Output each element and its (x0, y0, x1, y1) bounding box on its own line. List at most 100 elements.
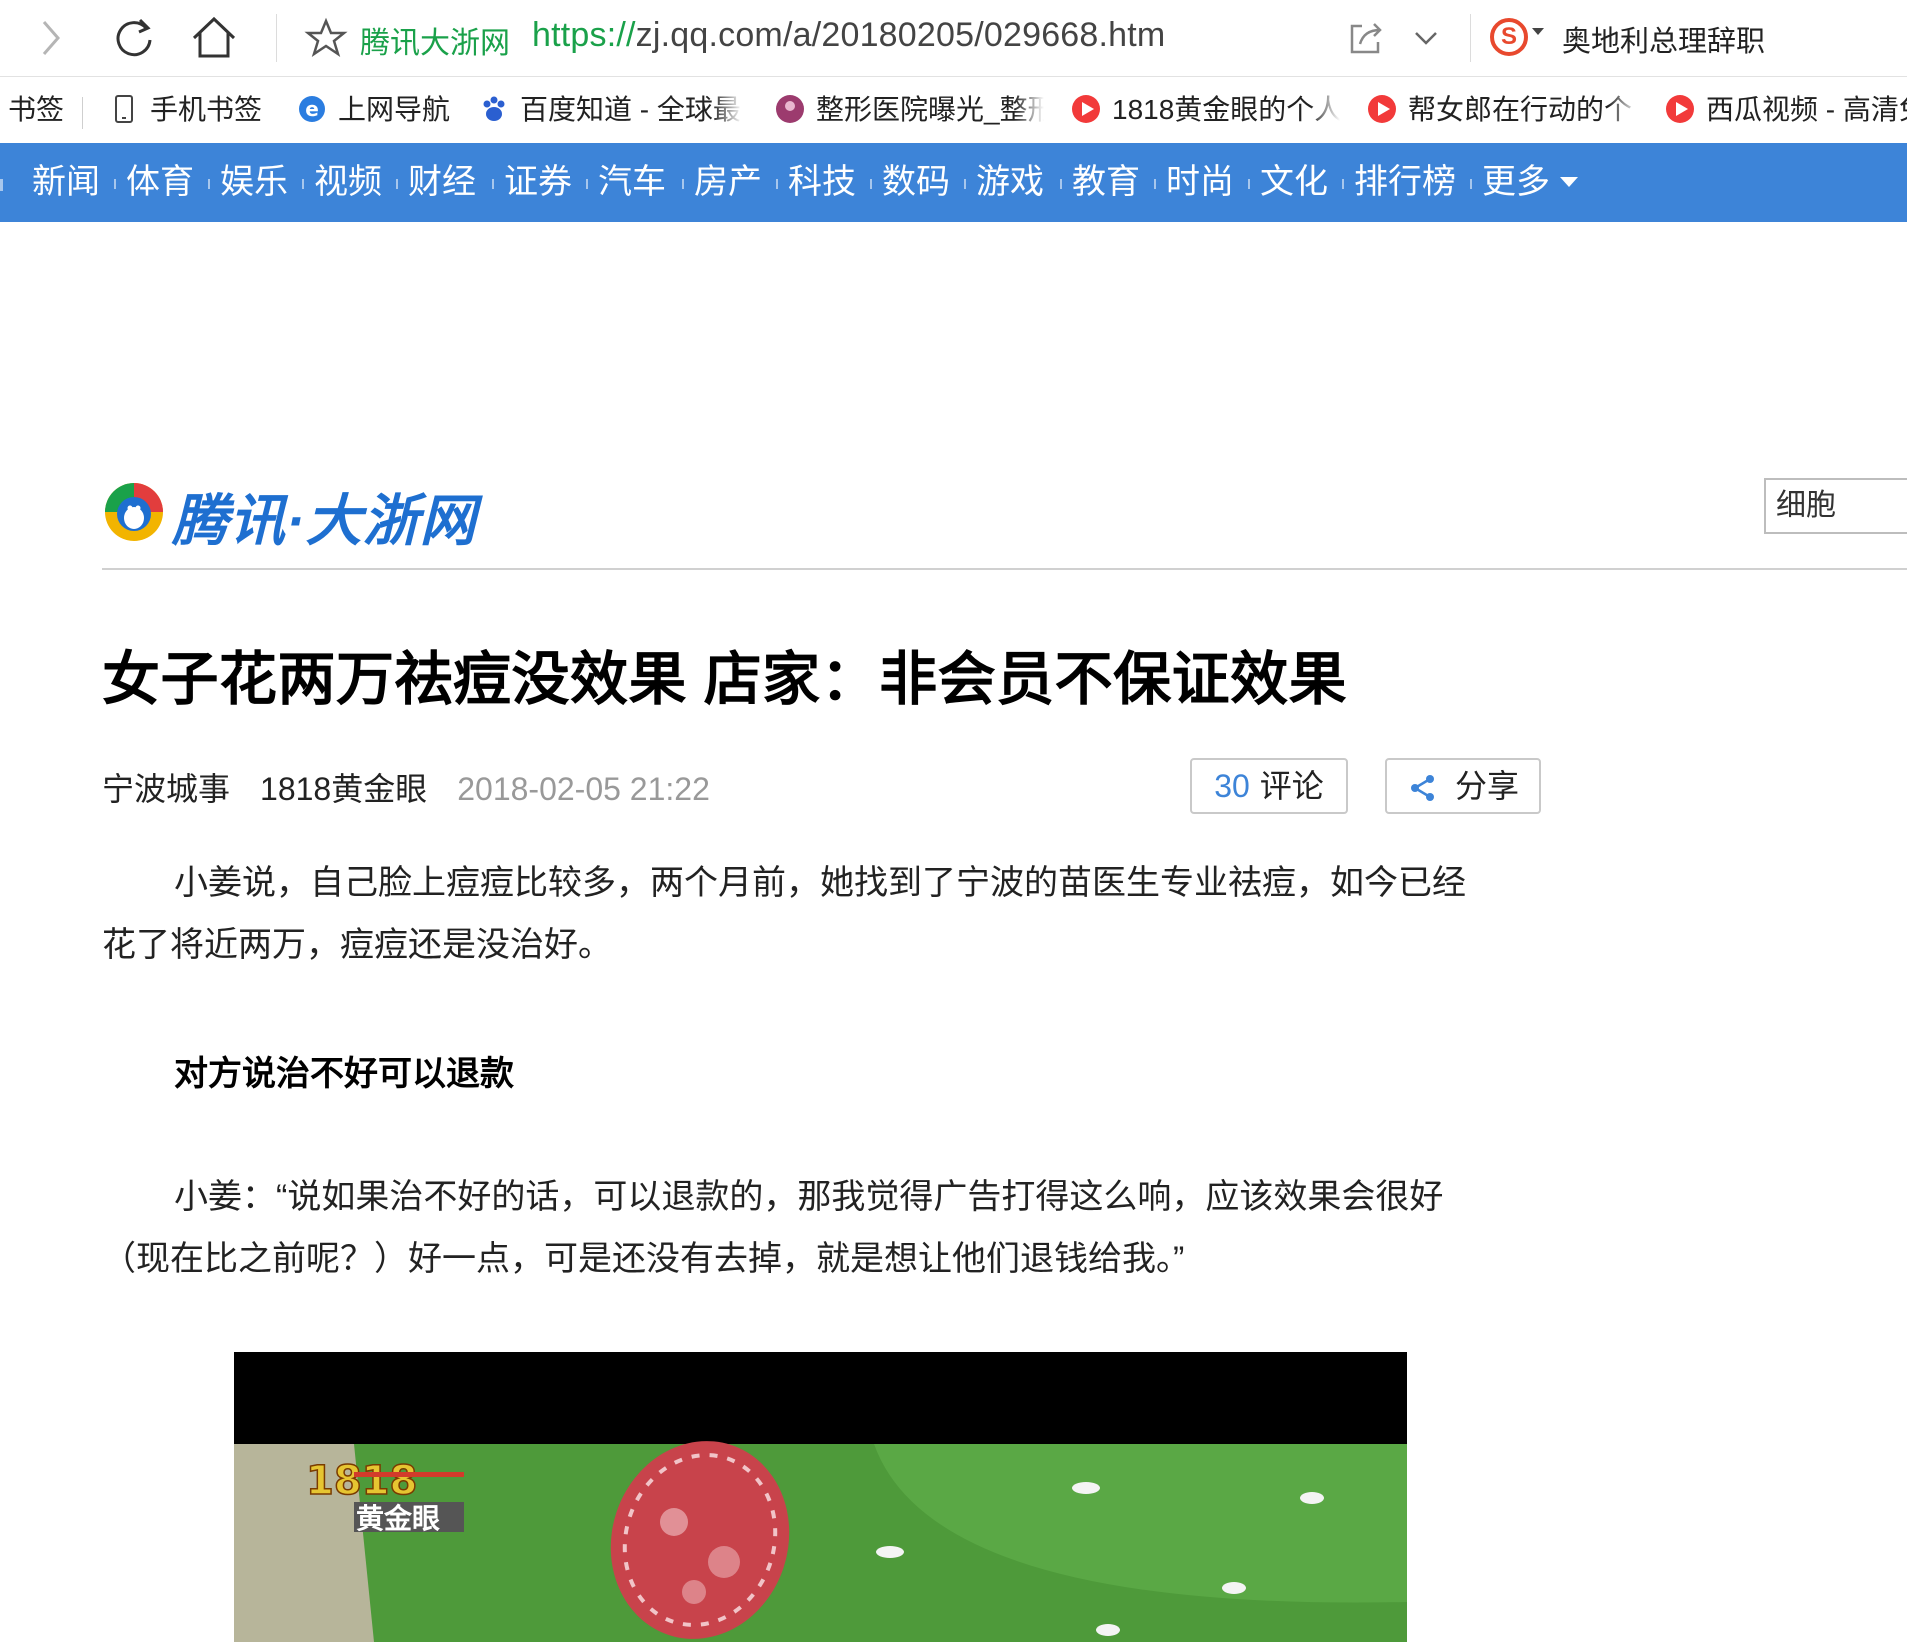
site-logo-text: 腾讯·大浙网 (172, 489, 477, 552)
paragraph-line: （现在比之前呢？）好一点，可是还没有去掉，就是想让他们退钱给我。” (102, 1240, 1185, 1278)
nav-separator (1470, 179, 1472, 189)
nav-item-digital[interactable]: 数码 (882, 143, 950, 222)
url-scheme: https:// (532, 16, 636, 54)
article-video[interactable]: 1818 黄金眼 (234, 1352, 1407, 1642)
bookmark-separator (82, 97, 83, 129)
chevron-right-icon (42, 21, 60, 55)
baidu-paw-icon (478, 93, 510, 125)
article-date: 2018-02-05 21:22 (457, 771, 710, 807)
toolbar-separator (276, 14, 277, 62)
address-site-label[interactable]: 腾讯大浙网 (360, 18, 510, 62)
bookmark-1818[interactable]: 1818黄金眼的个人 (1070, 89, 1340, 131)
nav-separator (776, 179, 778, 189)
reload-icon (116, 18, 152, 57)
video-watermark-text: 黄金眼 (356, 1502, 440, 1535)
nav-separator (1060, 179, 1062, 189)
svg-text:e: e (305, 97, 319, 121)
nav-item-news[interactable]: 新闻 (32, 143, 100, 222)
browser-toolbar: 腾讯大浙网 https://zj.qq.com/a/20180205/02966… (0, 0, 1907, 77)
bookmarks-bar: 书签 手机书签 e 上网导航 百度知道 - 全球最 整形医院曝光_整形 1818… (0, 77, 1907, 144)
play-icon (1070, 93, 1102, 125)
comment-label: 评论 (1259, 768, 1324, 804)
comment-button[interactable]: 30 评论 (1190, 758, 1348, 814)
hot-search-text[interactable]: 奥地利总理辞职 (1562, 18, 1765, 60)
nav-separator (964, 179, 966, 189)
video-frame-image: 1818 黄金眼 (234, 1352, 1407, 1642)
nav-item-edu[interactable]: 教育 (1072, 143, 1140, 222)
bookmark-xigua[interactable]: 西瓜视频 - 高清免 (1664, 89, 1907, 131)
nav-item-culture[interactable]: 文化 (1260, 143, 1328, 222)
nav-item-games[interactable]: 游戏 (976, 143, 1044, 222)
bookmark-label: 百度知道 - 全球最 (520, 94, 741, 125)
paragraph-line: 花了将近两万，痘痘还是没治好。 (102, 926, 612, 964)
nav-item-finance[interactable]: 财经 (408, 143, 476, 222)
paragraph-line: 小姜说，自己脸上痘痘比较多，两个月前，她找到了宁波的苗医生专业祛痘，如今已经 (174, 864, 1466, 902)
bookmark-root[interactable]: 书签 (8, 89, 78, 131)
comment-count: 30 (1214, 768, 1250, 804)
bookmark-label: 手机书签 (150, 94, 263, 125)
share-icon (1411, 775, 1434, 801)
share-button[interactable]: 分享 (1385, 758, 1541, 814)
nav-item-house[interactable]: 房产 (694, 143, 762, 222)
bookmark-baidu-zhidao[interactable]: 百度知道 - 全球最 (478, 89, 742, 131)
nav-separator (208, 179, 210, 189)
bookmark-mobile[interactable]: 手机书签 (108, 89, 278, 131)
nav-item-ranking[interactable]: 排行榜 (1354, 143, 1456, 222)
tencent-penguin-logo-icon (105, 483, 163, 541)
nav-item-fashion[interactable]: 时尚 (1166, 143, 1234, 222)
forward-button[interactable] (22, 10, 78, 66)
star-icon (304, 17, 348, 57)
url-path: zj.qq.com/a/20180205/029668.htm (635, 16, 1166, 54)
clinic-logo-icon (774, 93, 806, 125)
home-icon (192, 16, 236, 58)
share-out-icon (1350, 23, 1382, 54)
nav-item-sports[interactable]: 体育 (126, 143, 194, 222)
nav-separator (682, 179, 684, 189)
article-meta: 宁波城事 1818黄金眼 2018-02-05 21:22 (102, 764, 710, 810)
nav-item-tech[interactable]: 科技 (788, 143, 856, 222)
nav-separator (870, 179, 872, 189)
header-divider (102, 568, 1907, 570)
nav-separator (302, 179, 304, 189)
bookmark-clinic[interactable]: 整形医院曝光_整形 (774, 89, 1044, 131)
nav-more-label: 更多 (1482, 163, 1550, 201)
share-label: 分享 (1455, 768, 1520, 804)
bookmark-label: 上网导航 (338, 94, 451, 125)
caret-down-icon[interactable] (1532, 28, 1544, 35)
article-paragraph-2: 小姜：“说如果治不好的话，可以退款的，那我觉得广告打得这么响，应该效果会很好 （… (102, 1166, 1552, 1290)
home-button[interactable] (186, 10, 242, 66)
nav-item-stocks[interactable]: 证券 (504, 143, 572, 222)
bookmark-label: 帮女郎在行动的个 (1408, 94, 1633, 125)
nav-separator (114, 179, 116, 189)
reload-button[interactable] (106, 10, 162, 66)
sogou-logo-icon[interactable]: S (1490, 18, 1528, 56)
share-page-button[interactable] (1338, 10, 1394, 66)
paragraph-line: 小姜：“说如果治不好的话，可以退款的，那我觉得广告打得这么响，应该效果会很好 (174, 1178, 1444, 1216)
address-dropdown-button[interactable] (1398, 10, 1454, 66)
article-title: 女子花两万祛痘没效果 店家：非会员不保证效果 (102, 647, 1348, 712)
nav-item-video[interactable]: 视频 (314, 143, 382, 222)
bookmark-label: 西瓜视频 - 高清免 (1706, 94, 1907, 125)
toolbar-separator (1470, 14, 1471, 62)
nav-item-auto[interactable]: 汽车 (598, 143, 666, 222)
video-watermark-number: 1818 (306, 1458, 417, 1504)
nav-separator (492, 179, 494, 189)
nav-separator (0, 179, 3, 191)
play-icon (1366, 93, 1398, 125)
nav-separator (1248, 179, 1250, 189)
nav-separator (396, 179, 398, 189)
bookmark-star-button[interactable] (298, 10, 354, 66)
chevron-down-icon (1415, 32, 1437, 45)
site-search-input[interactable]: 细胞 (1764, 478, 1907, 534)
article-source[interactable]: 宁波城事 (102, 771, 230, 807)
article-subheading: 对方说治不好可以退款 (174, 1055, 514, 1093)
article-author[interactable]: 1818黄金眼 (260, 771, 427, 807)
address-url[interactable]: https://zj.qq.com/a/20180205/029668.htm (532, 16, 1165, 55)
nav-item-more[interactable]: 更多 (1482, 143, 1578, 222)
nav-separator (1342, 179, 1344, 189)
nav-item-ent[interactable]: 娱乐 (220, 143, 288, 222)
caret-down-icon (1560, 177, 1578, 188)
bookmark-label: 书签 (8, 94, 65, 125)
bookmark-navigation[interactable]: e 上网导航 (296, 89, 466, 131)
bookmark-bangnvlang[interactable]: 帮女郎在行动的个 (1366, 89, 1638, 131)
